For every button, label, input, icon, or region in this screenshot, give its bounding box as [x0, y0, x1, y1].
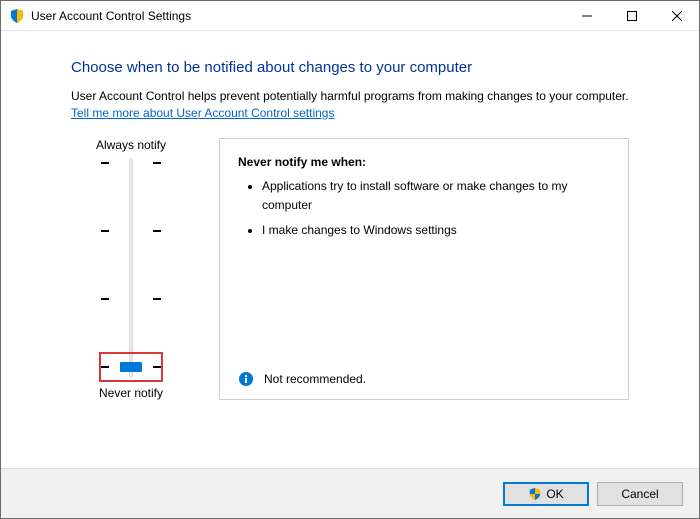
page-heading: Choose when to be notified about changes… [71, 59, 629, 76]
uac-settings-window: User Account Control Settings Choose whe… [0, 0, 700, 519]
cancel-button[interactable]: Cancel [597, 482, 683, 506]
titlebar: User Account Control Settings [1, 1, 699, 31]
slider-column: Always notify Never notify [71, 138, 191, 400]
description-line: User Account Control helps prevent poten… [71, 89, 629, 103]
info-bullet: Applications try to install software or … [262, 177, 610, 215]
footer-bar: OK Cancel [1, 468, 699, 518]
notification-slider[interactable] [101, 158, 161, 378]
info-list: Applications try to install software or … [244, 177, 610, 247]
info-bullet: I make changes to Windows settings [262, 221, 610, 240]
close-button[interactable] [654, 1, 699, 30]
slider-label-top: Always notify [96, 138, 166, 152]
ok-button[interactable]: OK [503, 482, 589, 506]
shield-icon [9, 8, 25, 24]
info-footer-text: Not recommended. [264, 372, 366, 386]
slider-label-bottom: Never notify [99, 386, 163, 400]
minimize-button[interactable] [564, 1, 609, 30]
window-title: User Account Control Settings [31, 9, 191, 23]
content-area: Choose when to be notified about changes… [1, 31, 699, 468]
info-panel: Never notify me when: Applications try t… [219, 138, 629, 400]
info-footer: Not recommended. [238, 361, 610, 387]
ok-label: OK [546, 487, 563, 501]
learn-more-link[interactable]: Tell me more about User Account Control … [71, 106, 334, 120]
slider-thumb[interactable] [120, 362, 142, 372]
info-title: Never notify me when: [238, 155, 610, 169]
maximize-button[interactable] [609, 1, 654, 30]
shield-icon [528, 487, 542, 501]
info-icon [238, 371, 254, 387]
description-text: User Account Control helps prevent poten… [71, 88, 629, 122]
cancel-label: Cancel [621, 487, 658, 501]
slider-area: Always notify Never notify Never notify … [71, 138, 629, 400]
